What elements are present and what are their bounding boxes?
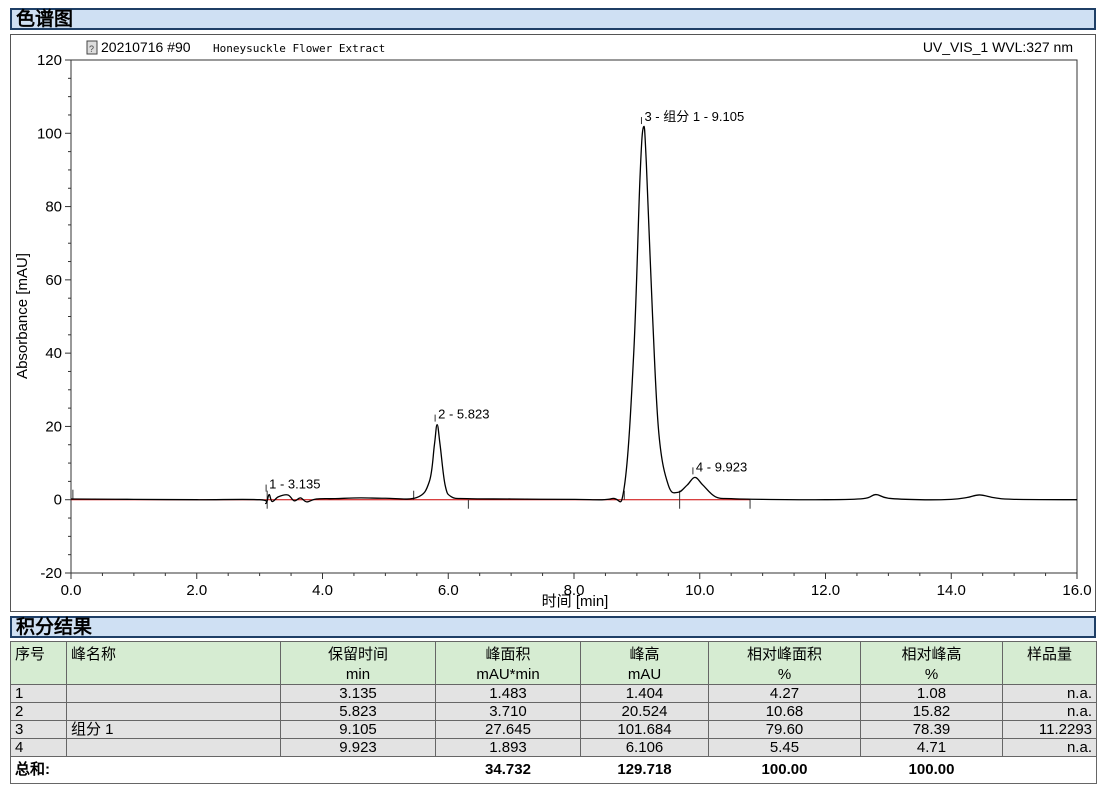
- cell-area: 1.483: [435, 684, 581, 703]
- y-tick-label: 20: [45, 418, 62, 435]
- chromatogram-section-header: 色谱图: [10, 8, 1096, 30]
- peak-label: 3 - 组分 1 - 9.105: [644, 109, 744, 124]
- table-row: 2 5.823 3.710 20.524 10.68 15.82 n.a.: [10, 702, 1097, 721]
- x-tick-label: 6.0: [438, 582, 459, 599]
- table-row: 4 9.923 1.893 6.106 5.45 4.71 n.a.: [10, 738, 1097, 757]
- y-tick-label: 60: [45, 272, 62, 289]
- cell-area: 1.893: [435, 738, 581, 757]
- cell-height: 101.684: [580, 720, 709, 739]
- header-amount: 样品量: [1002, 641, 1097, 666]
- table-units-row: min mAU*min mAU % %: [10, 666, 1097, 685]
- cell-peak-name: 组分 1: [66, 720, 281, 739]
- cell-rel-area: 5.45: [708, 738, 861, 757]
- cell-amount: n.a.: [1002, 702, 1097, 721]
- totals-amount: [1002, 756, 1097, 784]
- integration-section-header: 积分结果: [10, 616, 1096, 638]
- cell-amount: n.a.: [1002, 738, 1097, 757]
- peak-label: 2 - 5.823: [438, 407, 489, 422]
- cell-area: 27.645: [435, 720, 581, 739]
- header-height: 峰高: [580, 641, 709, 666]
- cell-rel-height: 15.82: [860, 702, 1003, 721]
- y-axis: -20 0 20 40 60 80 100 120: [37, 52, 71, 582]
- sample-name: Honeysuckle Flower Extract: [213, 42, 385, 55]
- x-tick-label: 2.0: [186, 582, 207, 599]
- x-tick-label: 16.0: [1062, 582, 1091, 599]
- totals-label: 总和:: [10, 756, 67, 784]
- cell-index: 1: [10, 684, 67, 703]
- header-retention-time: 保留时间: [280, 641, 436, 666]
- peak-label: 4 - 9.923: [696, 459, 747, 474]
- plot-area: [70, 59, 1078, 574]
- header-area: 峰面积: [435, 641, 581, 666]
- detector-label: UV_VIS_1 WVL:327 nm: [923, 39, 1073, 55]
- cell-rel-height: 78.39: [860, 720, 1003, 739]
- cell-rel-area: 4.27: [708, 684, 861, 703]
- unit-rel-height: %: [860, 666, 1003, 685]
- cell-index: 4: [10, 738, 67, 757]
- integration-results-table: 序号 峰名称 保留时间 峰面积 峰高 相对峰面积 相对峰高 样品量 min mA…: [10, 641, 1097, 784]
- unit-amount: [1002, 666, 1097, 685]
- totals-peak-name: [66, 756, 281, 784]
- cell-area: 3.710: [435, 702, 581, 721]
- cell-rel-height: 1.08: [860, 684, 1003, 703]
- y-axis-label: Absorbance [mAU]: [14, 253, 31, 379]
- unit-peak-name: [66, 666, 281, 685]
- cell-index: 3: [10, 720, 67, 739]
- unit-area: mAU*min: [435, 666, 581, 685]
- cell-retention-time: 3.135: [280, 684, 436, 703]
- chromatogram-chart: ? 20210716 #90 Honeysuckle Flower Extrac…: [14, 39, 1092, 610]
- table-row: 3 组分 1 9.105 27.645 101.684 79.60 78.39 …: [10, 720, 1097, 739]
- totals-rel-area: 100.00: [708, 756, 861, 784]
- unit-index: [10, 666, 67, 685]
- table-row: 1 3.135 1.483 1.404 4.27 1.08 n.a.: [10, 684, 1097, 703]
- y-tick-label: 100: [37, 125, 62, 142]
- y-tick-label: 0: [54, 492, 62, 509]
- x-tick-label: 10.0: [685, 582, 714, 599]
- y-tick-label: 40: [45, 345, 62, 362]
- y-tick-label: 80: [45, 199, 62, 216]
- cell-height: 6.106: [580, 738, 709, 757]
- cell-peak-name: [66, 702, 281, 721]
- totals-rel-height: 100.00: [860, 756, 1003, 784]
- totals-area: 34.732: [435, 756, 581, 784]
- cell-height: 1.404: [580, 684, 709, 703]
- header-peak-name: 峰名称: [66, 641, 281, 666]
- cell-rel-height: 4.71: [860, 738, 1003, 757]
- totals-row: 总和: 34.732 129.718 100.00 100.00: [10, 756, 1097, 784]
- sample-doc-icon: ?: [86, 40, 98, 55]
- cell-peak-name: [66, 738, 281, 757]
- cell-index: 2: [10, 702, 67, 721]
- cell-height: 20.524: [580, 702, 709, 721]
- cell-amount: 11.2293: [1002, 720, 1097, 739]
- x-tick-label: 0.0: [61, 582, 82, 599]
- header-rel-area: 相对峰面积: [708, 641, 861, 666]
- totals-retention-time: [280, 756, 436, 784]
- svg-text:?: ?: [89, 44, 94, 54]
- header-rel-height: 相对峰高: [860, 641, 1003, 666]
- peak-label: 1 - 3.135: [269, 477, 320, 492]
- cell-amount: n.a.: [1002, 684, 1097, 703]
- table-header-row: 序号 峰名称 保留时间 峰面积 峰高 相对峰面积 相对峰高 样品量: [10, 641, 1097, 666]
- cell-retention-time: 9.923: [280, 738, 436, 757]
- cell-rel-area: 10.68: [708, 702, 861, 721]
- x-axis-label: 时间 [min]: [542, 593, 609, 610]
- cell-retention-time: 9.105: [280, 720, 436, 739]
- plot-content: 1 - 3.135 2 - 5.823 3 - 组分 1 - 9.105 4 - 9.…: [70, 109, 1078, 509]
- y-tick-label: -20: [40, 565, 62, 582]
- x-tick-label: 14.0: [937, 582, 966, 599]
- cell-peak-name: [66, 684, 281, 703]
- chromatogram-trace: [70, 125, 1078, 505]
- sample-title: 20210716 #90: [101, 39, 191, 55]
- unit-rel-area: %: [708, 666, 861, 685]
- cell-rel-area: 79.60: [708, 720, 861, 739]
- x-tick-label: 4.0: [312, 582, 333, 599]
- cell-retention-time: 5.823: [280, 702, 436, 721]
- unit-height: mAU: [580, 666, 709, 685]
- x-tick-label: 12.0: [811, 582, 840, 599]
- totals-height: 129.718: [580, 756, 709, 784]
- y-tick-label: 120: [37, 52, 62, 69]
- header-index: 序号: [10, 641, 67, 666]
- unit-retention-time: min: [280, 666, 436, 685]
- chromatogram-panel: ? 20210716 #90 Honeysuckle Flower Extrac…: [10, 34, 1096, 612]
